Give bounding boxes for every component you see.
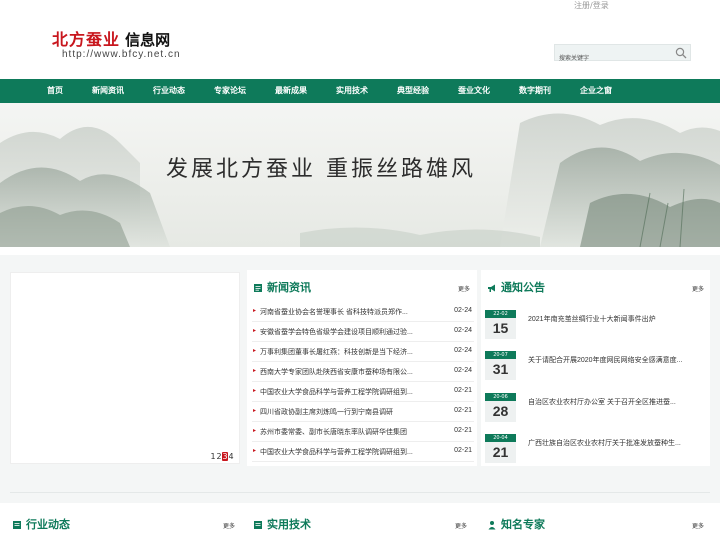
- news-icon: [13, 521, 21, 530]
- arrow-icon: ▸: [253, 428, 257, 434]
- industry-more-link[interactable]: 更多: [223, 521, 235, 530]
- arrow-icon: ▸: [253, 388, 257, 394]
- news-item-date: 02-21: [454, 447, 472, 454]
- logo-url: http://www.bfcy.net.cn: [62, 49, 181, 60]
- logo-red-text: 北方蚕业: [52, 30, 121, 49]
- news-item[interactable]: ▸ 西南大学专家团队赴陕西省安康市蚕种场有限公... 02-24: [252, 362, 474, 382]
- news-item-title: 中国农业大学食品科学与营养工程学院调研组到...: [260, 389, 413, 396]
- tech-title-text: 实用技术: [267, 519, 311, 531]
- news-item-title: 四川省政协副主席刘炼鸣一行到宁南县调研: [260, 409, 393, 416]
- news-item[interactable]: ▸ 安徽省蚕学会特色省级学会建设项目顺利通过验... 02-24: [252, 322, 474, 342]
- nav-item-home[interactable]: 首页: [47, 79, 63, 103]
- notice-item-title: 广西壮族自治区农业农村厅关于批准发放蚕种生...: [528, 440, 681, 447]
- arrow-icon: ▸: [253, 308, 257, 314]
- news-item[interactable]: ▸ 四川省政协副主席刘炼鸣一行到宁南县调研 02-21: [252, 402, 474, 422]
- news-item[interactable]: ▸ 河南省蚕业协会名誉理事长 省科技特派员郑作... 02-24: [252, 302, 474, 322]
- news-item-date: 02-24: [454, 367, 472, 374]
- search-icon[interactable]: [675, 47, 687, 59]
- notice-item[interactable]: 20-07 31 关于请配合开展2020年度网民网络安全感满意度...: [484, 351, 706, 383]
- notice-title-text: 通知公告: [501, 282, 545, 294]
- banner-gap: [0, 247, 720, 255]
- notice-year-month: 20-06: [485, 393, 516, 401]
- nav-item-experience[interactable]: 典型经验: [397, 79, 429, 103]
- notice-item-title: 2021年南充茧丝绸行业十大新闻事件出炉: [528, 316, 656, 323]
- notice-day: 15: [492, 320, 509, 336]
- notice-date-box: 20-04 21: [485, 434, 516, 463]
- news-item-title: 河南省蚕业协会名誉理事长 省科技特派员郑作...: [260, 309, 408, 316]
- search-input[interactable]: [555, 51, 667, 67]
- arrow-icon: ▸: [253, 448, 257, 454]
- arrow-icon: ▸: [253, 348, 257, 354]
- search-box: [554, 44, 691, 67]
- news-item-date: 02-21: [454, 427, 472, 434]
- notice-date-box: 20-06 28: [485, 393, 516, 422]
- news-item-title: 苏州市委常委、副市长唐晓东率队调研华佳集团: [260, 429, 407, 436]
- nav-item-enterprise[interactable]: 企业之窗: [580, 79, 612, 103]
- notice-date-box: 22-02 15: [485, 310, 516, 339]
- arrow-icon: ▸: [253, 328, 257, 334]
- megaphone-icon: [488, 284, 495, 293]
- section-divider: [10, 492, 710, 493]
- news-title-text: 新闻资讯: [267, 282, 311, 294]
- nav-item-industry[interactable]: 行业动态: [153, 79, 185, 103]
- banner-slogan: 发展北方蚕业 重振丝路雄风: [166, 157, 476, 182]
- news-item-date: 02-21: [454, 407, 472, 414]
- nav-item-experts[interactable]: 专家论坛: [214, 79, 246, 103]
- notice-item[interactable]: 22-02 15 2021年南充茧丝绸行业十大新闻事件出炉: [484, 310, 706, 342]
- image-slider[interactable]: [10, 272, 240, 464]
- hero-banner: 发展北方蚕业 重振丝路雄风: [0, 103, 720, 247]
- login-link[interactable]: 注册/登录: [574, 0, 609, 11]
- news-item-title: 西南大学专家团队赴陕西省安康市蚕种场有限公...: [260, 369, 413, 376]
- arrow-icon: ▸: [253, 408, 257, 414]
- nav-item-journal[interactable]: 数字期刊: [519, 79, 551, 103]
- news-item[interactable]: ▸ 苏州市委常委、副市长唐晓东率队调研华佳集团 02-21: [252, 422, 474, 442]
- bottom-sections-area: [0, 503, 720, 540]
- news-item-date: 02-21: [454, 387, 472, 394]
- person-icon: [488, 521, 496, 530]
- experts-section-title: 知名专家: [487, 516, 545, 532]
- arrow-icon: ▸: [253, 368, 257, 374]
- notice-more-link[interactable]: 更多: [692, 284, 704, 293]
- notice-item[interactable]: 20-04 21 广西壮族自治区农业农村厅关于批准发放蚕种生...: [484, 434, 706, 466]
- notice-day: 31: [492, 361, 509, 377]
- notice-item[interactable]: 20-06 28 自治区农业农村厅办公室 关于召开全区推进蚕...: [484, 393, 706, 425]
- news-icon: [254, 284, 262, 293]
- news-item-title: 万事利集团董事长屠红燕：科技创新是当下经济...: [260, 349, 413, 356]
- nav-item-tech[interactable]: 实用技术: [336, 79, 368, 103]
- industry-title-text: 行业动态: [26, 519, 70, 531]
- logo-black-text: 信息网: [125, 32, 171, 49]
- experts-more-link[interactable]: 更多: [692, 521, 704, 530]
- experts-title-text: 知名专家: [501, 519, 545, 531]
- notice-item-title: 自治区农业农村厅办公室 关于召开全区推进蚕...: [528, 399, 676, 406]
- news-item-date: 02-24: [454, 327, 472, 334]
- news-item-date: 02-24: [454, 307, 472, 314]
- news-item[interactable]: ▸ 万事利集团董事长屠红燕：科技创新是当下经济... 02-24: [252, 342, 474, 362]
- nav-item-results[interactable]: 最新成果: [275, 79, 307, 103]
- notice-day: 28: [492, 403, 509, 419]
- tech-section-title: 实用技术: [253, 516, 311, 532]
- news-item[interactable]: ▸ 中国农业大学食品科学与营养工程学院调研组到... 02-21: [252, 382, 474, 402]
- notice-day: 21: [492, 444, 509, 460]
- industry-section-title: 行业动态: [12, 516, 70, 532]
- tech-more-link[interactable]: 更多: [455, 521, 467, 530]
- notice-year-month: 20-04: [485, 434, 516, 442]
- slider-dot[interactable]: 4: [228, 452, 234, 461]
- news-item[interactable]: ▸ 中国农业大学食品科学与营养工程学院调研组到... 02-21: [252, 442, 474, 462]
- news-section-title: 新闻资讯: [253, 279, 311, 295]
- news-item-title: 中国农业大学食品科学与营养工程学院调研组到...: [260, 449, 413, 456]
- notice-year-month: 22-02: [485, 310, 516, 318]
- notice-date-box: 20-07 31: [485, 351, 516, 380]
- slider-pagination: 1234: [210, 452, 234, 461]
- nav-item-culture[interactable]: 蚕业文化: [458, 79, 490, 103]
- main-nav: 首页 新闻资讯 行业动态 专家论坛 最新成果 实用技术 典型经验 蚕业文化 数字…: [0, 79, 720, 103]
- news-item-title: 安徽省蚕学会特色省级学会建设项目顺利通过验...: [260, 329, 413, 336]
- news-item-date: 02-24: [454, 347, 472, 354]
- nav-item-news[interactable]: 新闻资讯: [92, 79, 124, 103]
- news-icon: [254, 521, 262, 530]
- news-more-link[interactable]: 更多: [458, 284, 470, 293]
- notice-item-title: 关于请配合开展2020年度网民网络安全感满意度...: [528, 357, 683, 364]
- notice-year-month: 20-07: [485, 351, 516, 359]
- notice-section-title: 通知公告: [487, 279, 545, 295]
